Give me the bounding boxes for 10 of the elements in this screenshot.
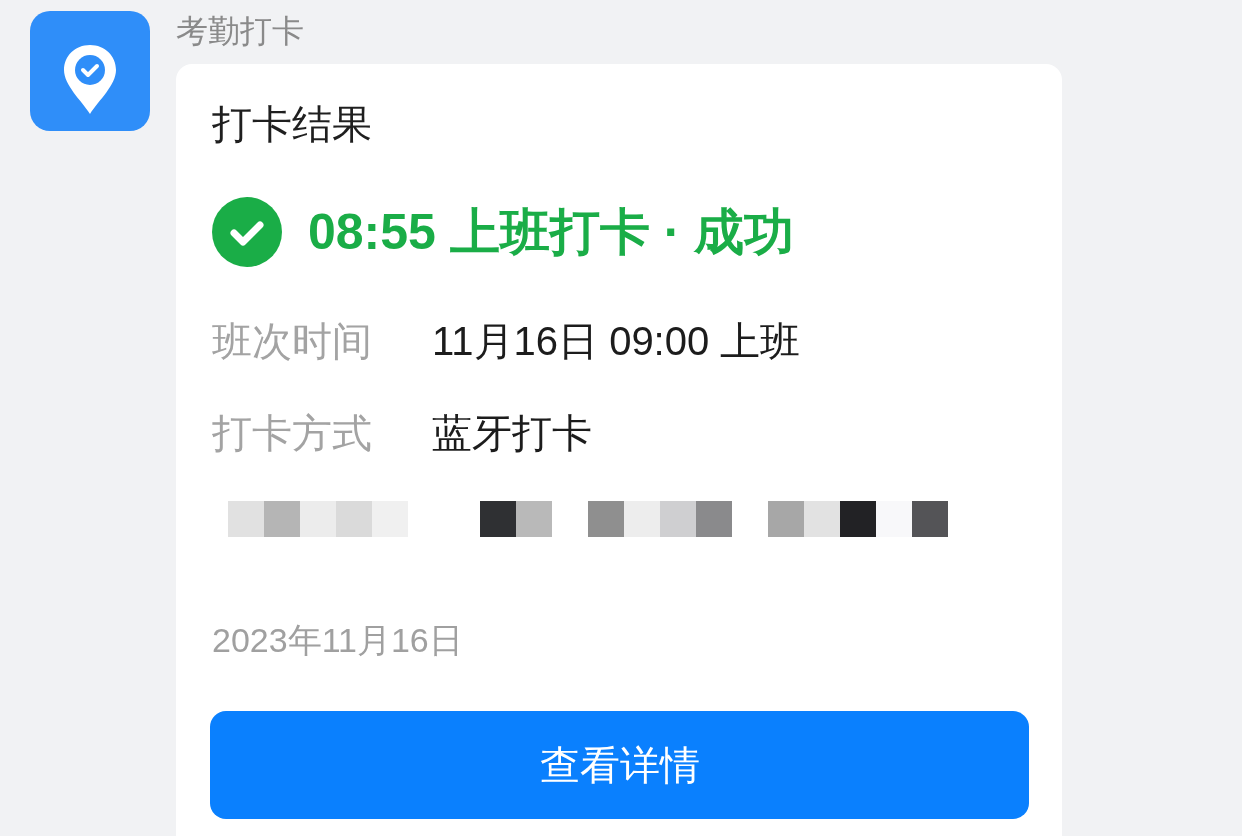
view-details-button[interactable]: 查看详情 [210, 711, 1029, 819]
card-title: 打卡结果 [212, 101, 372, 148]
field-label: 班次时间 [212, 318, 373, 365]
field-label: 打卡方式 [212, 410, 373, 457]
date-text: 2023年11月16日 [212, 620, 463, 660]
field-value: 蓝牙打卡 [432, 410, 592, 457]
map-pin-check-icon [30, 11, 150, 131]
field-value: 11月16日 09:00 上班 [432, 318, 801, 365]
sender-name: 考勤打卡 [176, 12, 304, 50]
status-text: 08:55 上班打卡 · 成功 [308, 203, 795, 262]
